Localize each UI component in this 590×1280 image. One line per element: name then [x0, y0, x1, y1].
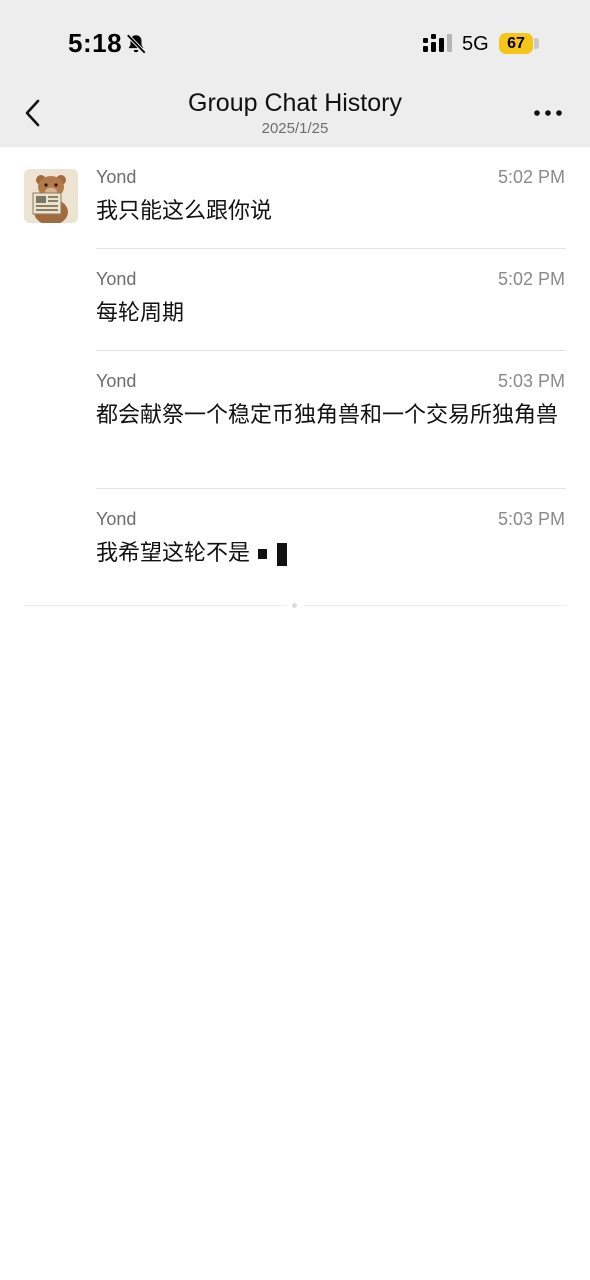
- avatar[interactable]: [24, 169, 78, 223]
- redaction-mark: [277, 543, 288, 566]
- message-divider: [96, 488, 566, 489]
- message-sender: Yond: [96, 371, 137, 391]
- message-text: 我只能这么跟你说: [96, 198, 273, 223]
- page-subtitle-date: 2025/1/25: [261, 120, 329, 137]
- message-sender: Yond: [96, 509, 137, 529]
- message-sender: Yond: [96, 167, 137, 187]
- message-time: 5:03 PM: [497, 371, 565, 391]
- message-divider: [96, 350, 566, 351]
- battery-indicator: 67: [499, 33, 533, 54]
- network-label: 5G: [462, 33, 489, 55]
- end-divider-left: [24, 605, 286, 606]
- message-time: 5:03 PM: [497, 509, 565, 529]
- message-text: 我希望这轮不是: [96, 540, 251, 565]
- battery-cap: [534, 38, 539, 49]
- message-text: 每轮周期: [96, 300, 185, 325]
- message-sender: Yond: [96, 269, 137, 289]
- status-time: 5:18: [68, 28, 123, 58]
- message-text: 都会献祭一个稳定币独角兽和一个交易所独角兽: [96, 402, 559, 427]
- more-icon[interactable]: [533, 104, 563, 122]
- page-title: Group Chat History: [188, 89, 402, 117]
- battery-level: 67: [507, 34, 525, 52]
- redaction-mark: [258, 549, 268, 559]
- message-time: 5:02 PM: [497, 269, 565, 289]
- bear-avatar-icon: [24, 169, 78, 223]
- end-divider-dot: [292, 603, 297, 608]
- message-text-line: 我希望这轮不是: [96, 535, 561, 571]
- header-area: 5:18 5G 67 Group Chat History 2025/1/25: [0, 0, 590, 147]
- message-divider: [96, 248, 566, 249]
- signal-icon: [423, 34, 452, 52]
- message-time: 5:02 PM: [497, 167, 565, 187]
- bell-slash-icon: [126, 34, 147, 54]
- end-divider-right: [304, 605, 566, 606]
